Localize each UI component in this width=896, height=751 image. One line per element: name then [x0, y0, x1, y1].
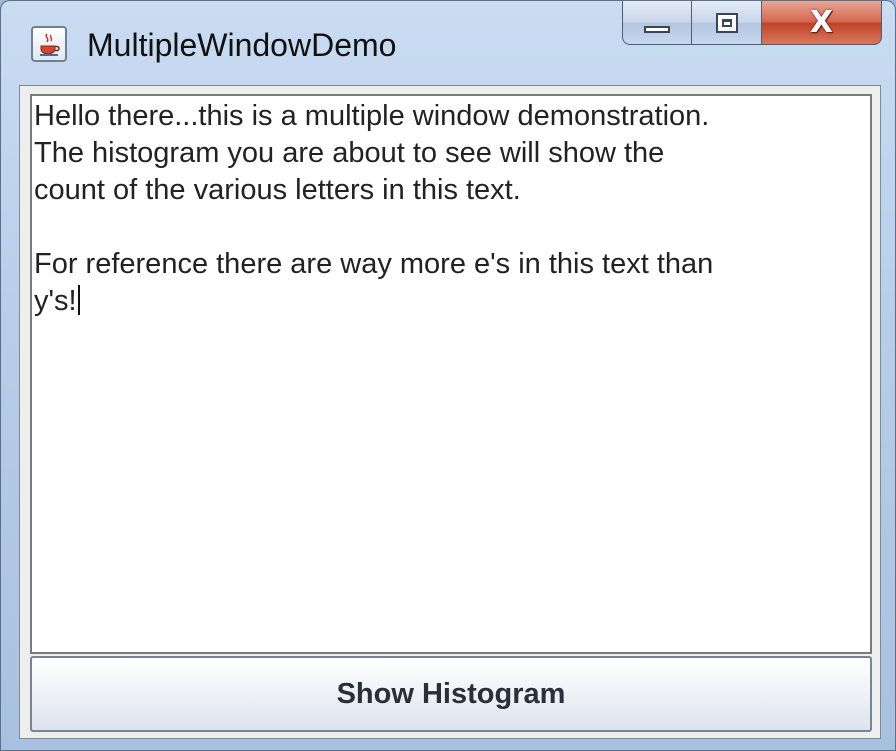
- text-line: y's!: [34, 285, 77, 317]
- text-line: count of the various letters in this tex…: [34, 174, 521, 206]
- text-line: Hello there...this is a multiple window …: [34, 100, 710, 132]
- caption-buttons: X: [622, 1, 882, 45]
- close-icon: X: [809, 4, 834, 40]
- text-cursor: [77, 285, 80, 315]
- show-histogram-label: Show Histogram: [336, 677, 566, 710]
- text-line: For reference there are way more e's in …: [34, 248, 714, 280]
- minimize-icon: [644, 26, 670, 33]
- content-pane: Hello there...this is a multiple window …: [19, 85, 881, 739]
- close-button[interactable]: X: [762, 1, 882, 45]
- java-cup-icon[interactable]: [31, 26, 67, 62]
- minimize-button[interactable]: [622, 1, 692, 45]
- maximize-button[interactable]: [692, 1, 762, 45]
- window-title: MultipleWindowDemo: [87, 27, 397, 63]
- title-bar[interactable]: MultipleWindowDemo X: [1, 1, 895, 85]
- application-window: MultipleWindowDemo X Hello there...this …: [0, 0, 896, 751]
- show-histogram-button[interactable]: Show Histogram: [30, 656, 872, 732]
- text-area[interactable]: Hello there...this is a multiple window …: [30, 94, 872, 654]
- text-line-last: y's!: [34, 283, 870, 320]
- maximize-icon: [715, 12, 738, 33]
- text-line: The histogram you are about to see will …: [34, 137, 665, 169]
- text-line: ​: [34, 209, 870, 246]
